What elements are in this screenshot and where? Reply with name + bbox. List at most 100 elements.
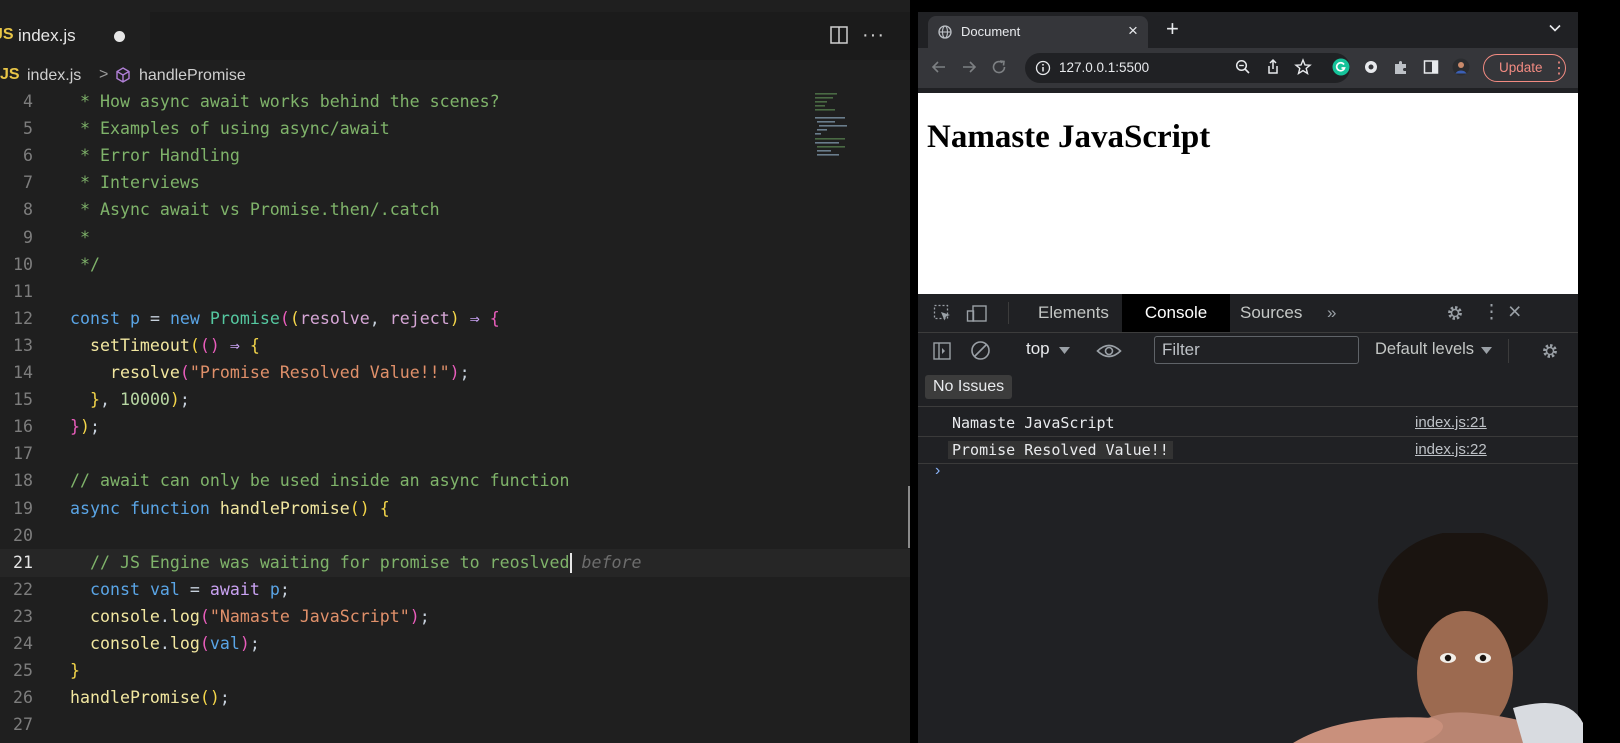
new-tab-icon[interactable]: + <box>1166 18 1179 40</box>
minimap[interactable] <box>815 90 875 160</box>
code-line[interactable]: 13 setTimeout(() ⇒ { <box>0 332 910 360</box>
code-token: console <box>89 634 160 653</box>
star-icon[interactable] <box>1294 58 1312 76</box>
code-line[interactable]: 22 const val = await p; <box>0 576 910 604</box>
code-line[interactable]: 15 }, 10000); <box>0 386 910 414</box>
code-token: , <box>99 390 120 410</box>
code-line[interactable]: 17 <box>0 440 910 468</box>
grammarly-icon[interactable] <box>1332 58 1350 76</box>
code-token: async <box>70 498 120 518</box>
unsaved-dot-icon[interactable] <box>114 31 125 42</box>
console-source-link[interactable]: index.js:21 <box>1415 414 1487 431</box>
code-line[interactable]: 7 * Interviews <box>0 169 910 197</box>
tab-console[interactable]: Console <box>1122 294 1230 332</box>
code-line[interactable]: 27 <box>0 711 910 739</box>
zoom-icon[interactable] <box>1234 58 1252 76</box>
close-icon[interactable]: × <box>1128 21 1138 41</box>
code-token: val <box>149 579 180 599</box>
code-line[interactable]: 8 * Async await vs Promise.then/.catch <box>0 196 910 224</box>
code-token: "Namaste JavaScript" <box>209 606 410 626</box>
editor-scrollbar-thumb[interactable] <box>908 486 910 548</box>
more-tabs-icon[interactable]: » <box>1327 294 1336 332</box>
code-token: ; <box>459 363 470 382</box>
log-levels-dropdown[interactable]: Default levels <box>1375 340 1474 359</box>
code-line[interactable]: 20 <box>0 522 910 550</box>
code-token: ( <box>199 634 210 653</box>
line-number: 5 <box>23 119 33 139</box>
caret-down-icon[interactable] <box>1059 347 1070 355</box>
breadcrumb-symbol[interactable]: handlePromise <box>139 67 246 85</box>
code-line[interactable]: 14 resolve("Promise Resolved Value!!"); <box>0 359 910 387</box>
console-message-text: Promise Resolved Value!! <box>948 441 1173 459</box>
code-line[interactable]: 26 handlePromise(); <box>0 684 910 712</box>
code-token: ( <box>189 335 200 355</box>
close-devtools-icon[interactable]: × <box>1508 298 1521 325</box>
line-number: 13 <box>13 335 33 355</box>
code-line[interactable]: 23 console.log("Namaste JavaScript"); <box>0 603 910 631</box>
code-line[interactable]: 9 * <box>0 224 910 252</box>
presenter-webcam <box>1293 533 1583 743</box>
extension-icon[interactable] <box>1362 58 1380 76</box>
kebab-menu-icon[interactable]: ⋮ <box>1482 301 1501 324</box>
tab-elements[interactable]: Elements <box>1038 294 1109 332</box>
code-token: * How async await works behind the scene… <box>70 92 500 111</box>
code-line[interactable]: 24 console.log(val); <box>0 630 910 658</box>
issues-badge[interactable]: No Issues <box>925 375 1013 399</box>
code-line[interactable]: 5 * Examples of using async/await <box>0 115 910 143</box>
device-toolbar-icon[interactable] <box>966 304 988 323</box>
context-selector[interactable]: top <box>1026 339 1050 359</box>
browser-tab[interactable]: Document × <box>928 16 1148 48</box>
browser-tab-strip: Document × + <box>918 12 1578 48</box>
code-line[interactable]: 16}); <box>0 413 910 441</box>
code-token: ( <box>179 363 190 382</box>
code-line[interactable]: 18 // await can only be used inside an as… <box>0 467 910 495</box>
editor-tab-index-js[interactable]: JS index.js <box>0 12 150 60</box>
globe-icon <box>938 25 952 39</box>
code-token: handlePromise <box>70 688 200 708</box>
eye-icon[interactable] <box>1096 342 1122 360</box>
share-icon[interactable] <box>1264 58 1282 76</box>
chevron-down-icon[interactable] <box>1548 21 1562 35</box>
code-line[interactable]: 6 * Error Handling <box>0 142 910 170</box>
back-icon[interactable] <box>930 58 948 76</box>
code-line[interactable]: 25} <box>0 657 910 685</box>
reload-icon[interactable] <box>990 58 1008 76</box>
code-line[interactable]: 4 * How async await works behind the sce… <box>0 88 910 116</box>
sidebar-toggle-icon[interactable] <box>932 341 952 361</box>
js-file-icon: JS <box>0 66 20 83</box>
inspect-icon[interactable] <box>933 304 952 323</box>
kebab-menu-icon[interactable]: ⋮ <box>1551 58 1567 78</box>
line-number: 11 <box>13 281 33 301</box>
code-token: } <box>70 661 80 681</box>
tab-sources[interactable]: Sources <box>1240 294 1302 332</box>
caret-down-icon[interactable] <box>1481 347 1492 355</box>
code-line[interactable]: 10 */ <box>0 251 910 279</box>
profile-avatar[interactable] <box>1452 58 1470 76</box>
puzzle-icon[interactable] <box>1392 58 1410 76</box>
breadcrumb-file[interactable]: index.js <box>27 67 81 85</box>
filter-input[interactable]: Filter <box>1154 336 1359 364</box>
code-line[interactable]: 21 // JS Engine was waiting for promise … <box>0 548 910 577</box>
sidepanel-icon[interactable] <box>1422 58 1440 76</box>
clear-console-icon[interactable] <box>970 340 991 361</box>
console-settings-gear-icon[interactable] <box>1540 341 1560 361</box>
code-token: ; <box>219 688 230 708</box>
more-actions-icon[interactable]: ··· <box>862 24 885 47</box>
code-line[interactable]: 12 const p = new Promise((resolve, reject… <box>0 305 910 333</box>
split-editor-icon[interactable] <box>830 26 848 44</box>
code-line[interactable]: 19 async function handlePromise() { <box>0 495 910 523</box>
console-prompt[interactable]: › <box>935 462 940 480</box>
console-source-link[interactable]: index.js:22 <box>1415 441 1487 458</box>
info-icon[interactable] <box>1035 60 1051 76</box>
page-heading: Namaste JavaScript <box>927 119 1211 155</box>
divider <box>1508 339 1509 363</box>
symbol-method-icon <box>116 67 130 83</box>
forward-icon[interactable] <box>960 58 978 76</box>
editor-tab-label: index.js <box>18 26 76 45</box>
code-token: () <box>199 688 220 708</box>
code-line[interactable]: 11 <box>0 278 910 306</box>
settings-gear-icon[interactable] <box>1445 303 1465 323</box>
